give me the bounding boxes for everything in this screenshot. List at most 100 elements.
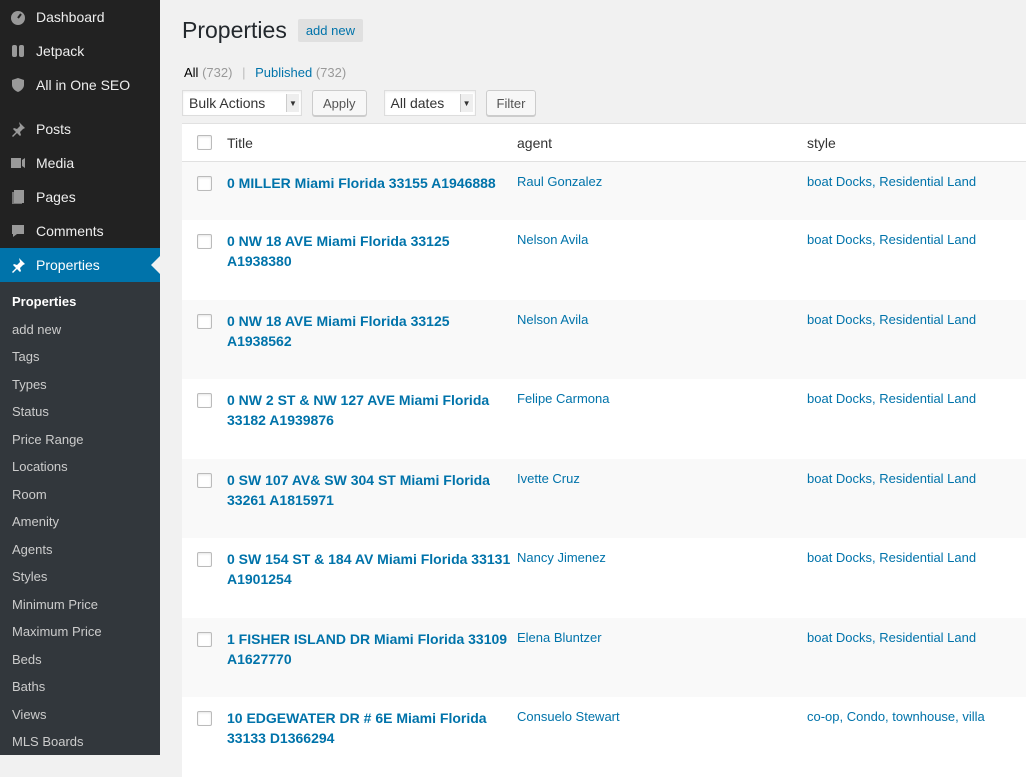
properties-submenu: Properties add new Tags Types Status Price Ra… xyxy=(0,282,160,755)
select-all-checkbox[interactable] xyxy=(197,135,212,150)
style-links[interactable]: boat Docks, Residential Land xyxy=(807,470,1026,487)
column-header-style: style xyxy=(807,134,836,151)
dropdown-arrow-icon: ▼ xyxy=(286,94,299,112)
pin-icon xyxy=(8,119,28,139)
row-checkbox[interactable] xyxy=(197,472,212,488)
table-row: 0 SW 154 ST & 184 AV Miami Florida 33131… xyxy=(182,538,1026,618)
agent-link[interactable]: Ivette Cruz xyxy=(517,470,807,487)
row-checkbox[interactable] xyxy=(197,552,212,567)
sidebar-item-label: Jetpack xyxy=(36,43,85,59)
table-nav: Bulk Actions ▼ Apply All dates ▼ Filter xyxy=(182,86,1026,120)
row-checkbox[interactable] xyxy=(197,631,212,647)
submenu-item-beds[interactable]: Beds xyxy=(0,646,160,674)
add-new-button[interactable]: add new xyxy=(297,18,363,42)
style-links[interactable]: boat Docks, Residential Land xyxy=(807,390,1026,407)
style-links[interactable]: boat Docks, Residential Land xyxy=(807,231,1026,248)
agent-link[interactable]: Elena Bluntzer xyxy=(517,629,807,646)
property-title-link[interactable]: 1 FISHER ISLAND DR Miami Florida 33109 A… xyxy=(227,629,517,669)
sidebar-item-label: Media xyxy=(36,155,75,171)
submenu-item-properties[interactable]: Properties xyxy=(0,288,160,316)
row-checkbox[interactable] xyxy=(197,313,212,329)
property-title-link[interactable]: 0 SW 154 ST & 184 AV Miami Florida 33131… xyxy=(227,549,517,589)
submenu-item-types[interactable]: Types xyxy=(0,371,160,399)
properties-table: Title agent style 0 MILLER Miami Florida… xyxy=(182,123,1026,777)
dropdown-arrow-icon: ▼ xyxy=(459,94,473,112)
property-title-link[interactable]: 0 SW 107 AV& SW 304 ST Miami Florida 332… xyxy=(227,470,517,510)
dashboard-icon xyxy=(8,7,28,27)
table-body: 0 MILLER Miami Florida 33155 A1946888 Rau… xyxy=(182,162,1026,777)
agent-link[interactable]: Raul Gonzalez xyxy=(517,173,807,190)
menu-separator xyxy=(0,102,160,112)
table-row: 0 SW 107 AV& SW 304 ST Miami Florida 332… xyxy=(182,458,1026,538)
agent-link[interactable]: Nancy Jimenez xyxy=(517,549,807,566)
submenu-item-baths[interactable]: Baths xyxy=(0,673,160,701)
submenu-item-add-new[interactable]: add new xyxy=(0,316,160,344)
sidebar-item-media[interactable]: Media xyxy=(0,146,160,180)
column-header-title[interactable]: Title xyxy=(227,135,517,151)
table-row: 0 NW 2 ST & NW 127 AVE Miami Florida 331… xyxy=(182,379,1026,459)
submenu-item-locations[interactable]: Locations xyxy=(0,453,160,481)
row-checkbox[interactable] xyxy=(197,711,212,726)
property-title-link[interactable]: 10 EDGEWATER DR # 6E Miami Florida 33133… xyxy=(227,708,517,748)
submenu-item-mls-boards[interactable]: MLS Boards xyxy=(0,728,160,755)
sidebar-item-label: Posts xyxy=(36,121,72,137)
filter-all-count: (732) xyxy=(202,65,233,80)
status-filter-links: All (732) | Published (732) xyxy=(182,61,1026,85)
filter-separator: | xyxy=(242,65,246,80)
agent-link[interactable]: Consuelo Stewart xyxy=(517,708,807,725)
agent-link[interactable]: Nelson Avila xyxy=(517,311,807,328)
apply-button[interactable]: Apply xyxy=(312,90,367,116)
sidebar-item-label: Properties xyxy=(36,257,100,273)
submenu-item-views[interactable]: Views xyxy=(0,701,160,729)
date-filter-select[interactable]: All dates ▼ xyxy=(383,90,476,116)
sidebar-item-label: Dashboard xyxy=(36,9,105,25)
filter-all-link[interactable]: All xyxy=(184,65,198,80)
property-title-link[interactable]: 0 NW 18 AVE Miami Florida 33125 A1938380 xyxy=(227,231,517,271)
bulk-actions-select[interactable]: Bulk Actions ▼ xyxy=(182,90,302,116)
filter-published-link[interactable]: Published xyxy=(255,65,312,80)
submenu-item-styles[interactable]: Styles xyxy=(0,563,160,591)
table-row: 1 FISHER ISLAND DR Miami Florida 33109 A… xyxy=(182,617,1026,697)
sidebar-item-label: Comments xyxy=(36,223,104,239)
sidebar-item-all-in-one-seo[interactable]: All in One SEO xyxy=(0,68,160,102)
submenu-item-tags[interactable]: Tags xyxy=(0,343,160,371)
sidebar-item-comments[interactable]: Comments xyxy=(0,214,160,248)
agent-link[interactable]: Nelson Avila xyxy=(517,231,807,248)
jetpack-icon xyxy=(8,41,28,61)
property-title-link[interactable]: 0 NW 18 AVE Miami Florida 33125 A1938562 xyxy=(227,311,517,351)
page-header: Properties add new xyxy=(182,0,1026,60)
row-checkbox[interactable] xyxy=(197,234,212,249)
row-checkbox[interactable] xyxy=(197,176,212,191)
style-links[interactable]: boat Docks, Residential Land xyxy=(807,173,1026,190)
shield-icon xyxy=(8,75,28,95)
date-filter-value: All dates xyxy=(390,95,445,111)
sidebar-item-properties[interactable]: Properties xyxy=(0,248,160,282)
sidebar-item-pages[interactable]: Pages xyxy=(0,180,160,214)
style-links[interactable]: boat Docks, Residential Land xyxy=(807,629,1026,646)
submenu-item-price-range[interactable]: Price Range xyxy=(0,426,160,454)
property-title-link[interactable]: 0 MILLER Miami Florida 33155 A1946888 xyxy=(227,173,517,193)
sidebar-item-jetpack[interactable]: Jetpack xyxy=(0,34,160,68)
table-header: Title agent style xyxy=(182,124,1026,162)
submenu-item-amenity[interactable]: Amenity xyxy=(0,508,160,536)
media-icon xyxy=(8,153,28,173)
submenu-item-room[interactable]: Room xyxy=(0,481,160,509)
style-links[interactable]: co-op, Condo, townhouse, villa xyxy=(807,708,1026,725)
submenu-item-agents[interactable]: Agents xyxy=(0,536,160,564)
submenu-item-status[interactable]: Status xyxy=(0,398,160,426)
row-checkbox[interactable] xyxy=(197,393,212,408)
submenu-item-maximum-price[interactable]: Maximum Price xyxy=(0,618,160,646)
filter-button[interactable]: Filter xyxy=(485,90,537,116)
sidebar-item-dashboard[interactable]: Dashboard xyxy=(0,0,160,34)
sidebar-item-label: Pages xyxy=(36,189,76,205)
style-links[interactable]: boat Docks, Residential Land xyxy=(807,549,1026,566)
property-title-link[interactable]: 0 NW 2 ST & NW 127 AVE Miami Florida 331… xyxy=(227,390,517,430)
agent-link[interactable]: Felipe Carmona xyxy=(517,390,807,407)
table-row: 0 MILLER Miami Florida 33155 A1946888 Rau… xyxy=(182,162,1026,220)
submenu-item-minimum-price[interactable]: Minimum Price xyxy=(0,591,160,619)
sidebar-item-posts[interactable]: Posts xyxy=(0,112,160,146)
style-links[interactable]: boat Docks, Residential Land xyxy=(807,311,1026,328)
bulk-actions-value: Bulk Actions xyxy=(189,95,266,111)
comment-icon xyxy=(8,221,28,241)
table-row: 0 NW 18 AVE Miami Florida 33125 A1938562… xyxy=(182,299,1026,379)
